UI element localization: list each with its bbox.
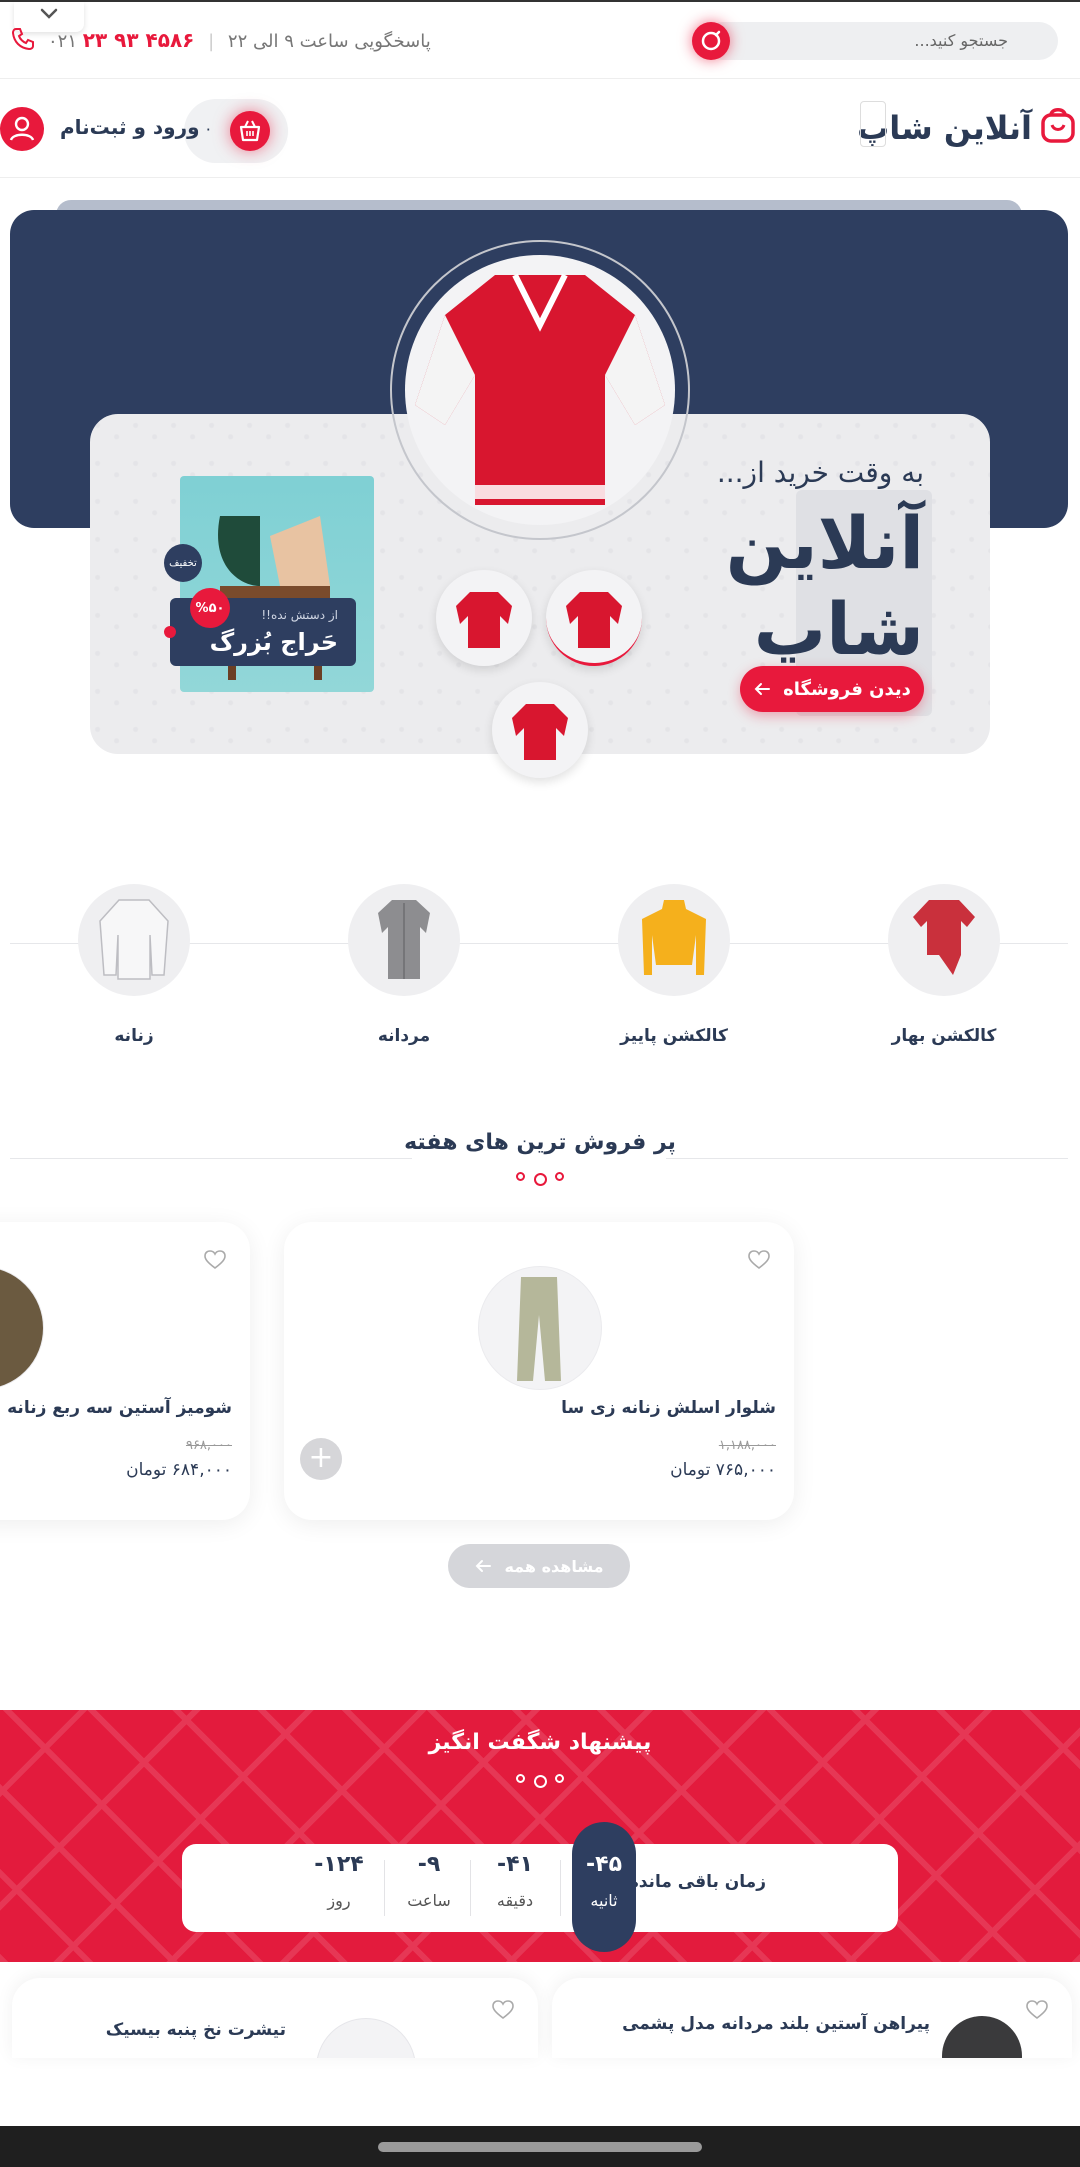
heart-icon[interactable] — [204, 1250, 226, 1270]
product-image — [0, 1266, 44, 1390]
sale-banner-small-text: از دستش نده!! — [261, 608, 338, 622]
home-gesture-handle[interactable] — [378, 2142, 702, 2152]
logo-bag-icon[interactable] — [1038, 105, 1078, 145]
arrow-left-icon — [476, 1560, 492, 1572]
offer-product-name[interactable]: پیراهن آستین بلند مردانه مدل پشمی — [622, 2014, 930, 2034]
search-icon — [701, 30, 721, 51]
login-register-link[interactable]: ورود و ثبت‌نام — [60, 115, 200, 139]
section-divider-right — [666, 1158, 1068, 1159]
red-jacket-icon — [415, 273, 665, 505]
jacket-thumb-icon — [456, 592, 512, 648]
olive-pants-icon — [517, 1277, 561, 1381]
product-card[interactable]: شومیز آستین سه ربع زنانه ۹۶۸,۰۰۰ ۶۸۴,۰۰۰… — [0, 1222, 250, 1520]
countdown-days: ۱۲۴- روز — [304, 1852, 374, 1910]
search-placeholder: جستجو کنید... — [914, 31, 1008, 50]
support-hours: پاسخگویی ساعت ۹ الی ۲۲ — [227, 31, 431, 52]
cart-count: ۰ — [204, 119, 213, 138]
section-dots — [514, 1170, 566, 1186]
category-men-image — [348, 884, 460, 996]
product-card[interactable]: شلوار اسلش زنانه زی سا ۱,۱۸۸,۰۰۰ ۷۶۵,۰۰۰… — [284, 1222, 794, 1520]
gray-shirt-icon — [378, 900, 430, 979]
hours-unit: ساعت — [407, 1891, 451, 1910]
support-info: پاسخگویی ساعت ۹ الی ۲۲ | ۴۵۸۶ ۹۳ ۲۳ ۰۲۱ — [48, 28, 431, 52]
hero-title-line-1: آنلاین — [725, 501, 924, 585]
category-men-label: مردانه — [377, 1026, 431, 1046]
offer-product-name[interactable]: تیشرت نخ پنبه بیسیک — [106, 2020, 286, 2040]
days-value: ۱۲۴- — [314, 1852, 364, 1877]
category-spring-image — [888, 884, 1000, 996]
product-old-price: ۱,۱۸۸,۰۰۰ — [718, 1438, 776, 1453]
amazing-offer-title: پیشنهاد شگفت انگیز — [428, 1730, 652, 1755]
phone-icon[interactable] — [10, 26, 36, 52]
hours-value: ۹- — [417, 1852, 441, 1877]
minutes-unit: دقیقه — [496, 1891, 534, 1910]
section-divider-left — [10, 1158, 412, 1159]
seconds-unit: ثانیه — [590, 1891, 618, 1910]
minutes-value: ۴۱- — [497, 1852, 533, 1877]
product-price: ۶۸۴,۰۰۰ تومان — [126, 1460, 232, 1480]
offer-product-image — [942, 2016, 1022, 2058]
user-button[interactable] — [0, 107, 44, 151]
sale-banner-big-text: حَراج بُزرگ — [209, 628, 338, 656]
view-shop-label: دیدن فروشگاه — [783, 678, 911, 700]
category-women-image — [78, 884, 190, 996]
category-autumn-label: کالکشن پاییز — [620, 1026, 728, 1046]
category-women[interactable]: زنانه — [78, 884, 190, 1046]
countdown-minutes: ۴۱- دقیقه — [480, 1852, 550, 1910]
discount-badge: %۵۰ — [190, 588, 230, 628]
view-shop-button[interactable]: دیدن فروشگاه — [740, 666, 924, 712]
white-jacket-icon — [99, 899, 169, 980]
countdown-label: زمان باقی مانده: — [621, 1872, 766, 1892]
product-image — [478, 1266, 602, 1390]
see-all-label: مشاهده همه — [504, 1556, 604, 1576]
product-name[interactable]: شومیز آستین سه ربع زنانه — [7, 1398, 232, 1418]
hero-subtitle: به وقت خرید از... — [716, 456, 924, 489]
main-header: آنلاین شاپ ۰ ورود و ثبت‌نام — [0, 78, 1080, 178]
yellow-sweater-icon — [642, 900, 706, 975]
jacket-thumb-icon — [512, 704, 568, 760]
category-men[interactable]: مردانه — [348, 884, 460, 1046]
days-unit: روز — [327, 1891, 351, 1910]
offer-product-card[interactable]: پیراهن آستین بلند مردانه مدل پشمی — [552, 1978, 1072, 2058]
sale-indicator-dot — [164, 626, 176, 638]
red-blouse-icon — [913, 900, 975, 975]
search-button[interactable] — [692, 22, 730, 60]
hero-title-line-2: شاپ — [753, 587, 924, 671]
discount-chip: تخفیف — [164, 544, 202, 582]
offer-product-card[interactable]: تیشرت نخ پنبه بیسیک — [12, 1978, 538, 2058]
category-spring-label: کالکشن بهار — [891, 1026, 997, 1046]
heart-icon[interactable] — [1026, 2000, 1048, 2020]
hero-product-image — [405, 255, 675, 525]
category-spring[interactable]: کالکشن بهار — [888, 884, 1000, 1046]
search-input[interactable]: جستجو کنید... — [692, 22, 1058, 60]
countdown-seconds: ۴۵- ثانیه — [569, 1852, 639, 1910]
hero-title: آنلاین شاپ — [704, 500, 924, 672]
countdown-hours: ۹- ساعت — [394, 1852, 464, 1910]
menu-button[interactable] — [860, 101, 886, 147]
phone-code: ۰۲۱ — [48, 31, 78, 52]
arrow-left-icon — [754, 683, 771, 695]
bestsellers-title: پر فروش ترین های هفته — [404, 1130, 676, 1155]
offer-product-image — [316, 2018, 416, 2058]
category-autumn[interactable]: کالکشن پاییز — [618, 884, 730, 1046]
category-autumn-image — [618, 884, 730, 996]
product-old-price: ۹۶۸,۰۰۰ — [185, 1438, 232, 1453]
product-name[interactable]: شلوار اسلش زنانه زی سا — [561, 1398, 776, 1418]
top-bar: جستجو کنید... پاسخگویی ساعت ۹ الی ۲۲ | ۴… — [0, 0, 1080, 78]
offer-dots — [514, 1772, 566, 1788]
category-women-label: زنانه — [114, 1026, 154, 1046]
basket-icon — [239, 120, 261, 142]
heart-icon[interactable] — [492, 2000, 514, 2020]
add-to-cart-button[interactable]: + — [300, 1438, 342, 1480]
user-icon — [9, 116, 35, 141]
cart-button[interactable]: ۰ — [184, 99, 288, 163]
product-price: ۷۶۵,۰۰۰ تومان — [670, 1460, 776, 1480]
basket-button[interactable] — [230, 111, 270, 151]
see-all-button[interactable]: مشاهده همه — [448, 1544, 630, 1588]
seconds-value: ۴۵- — [586, 1852, 622, 1877]
phone-number[interactable]: ۴۵۸۶ ۹۳ ۲۳ — [83, 28, 195, 52]
heart-icon[interactable] — [748, 1250, 770, 1270]
jacket-thumb-icon — [566, 592, 622, 648]
